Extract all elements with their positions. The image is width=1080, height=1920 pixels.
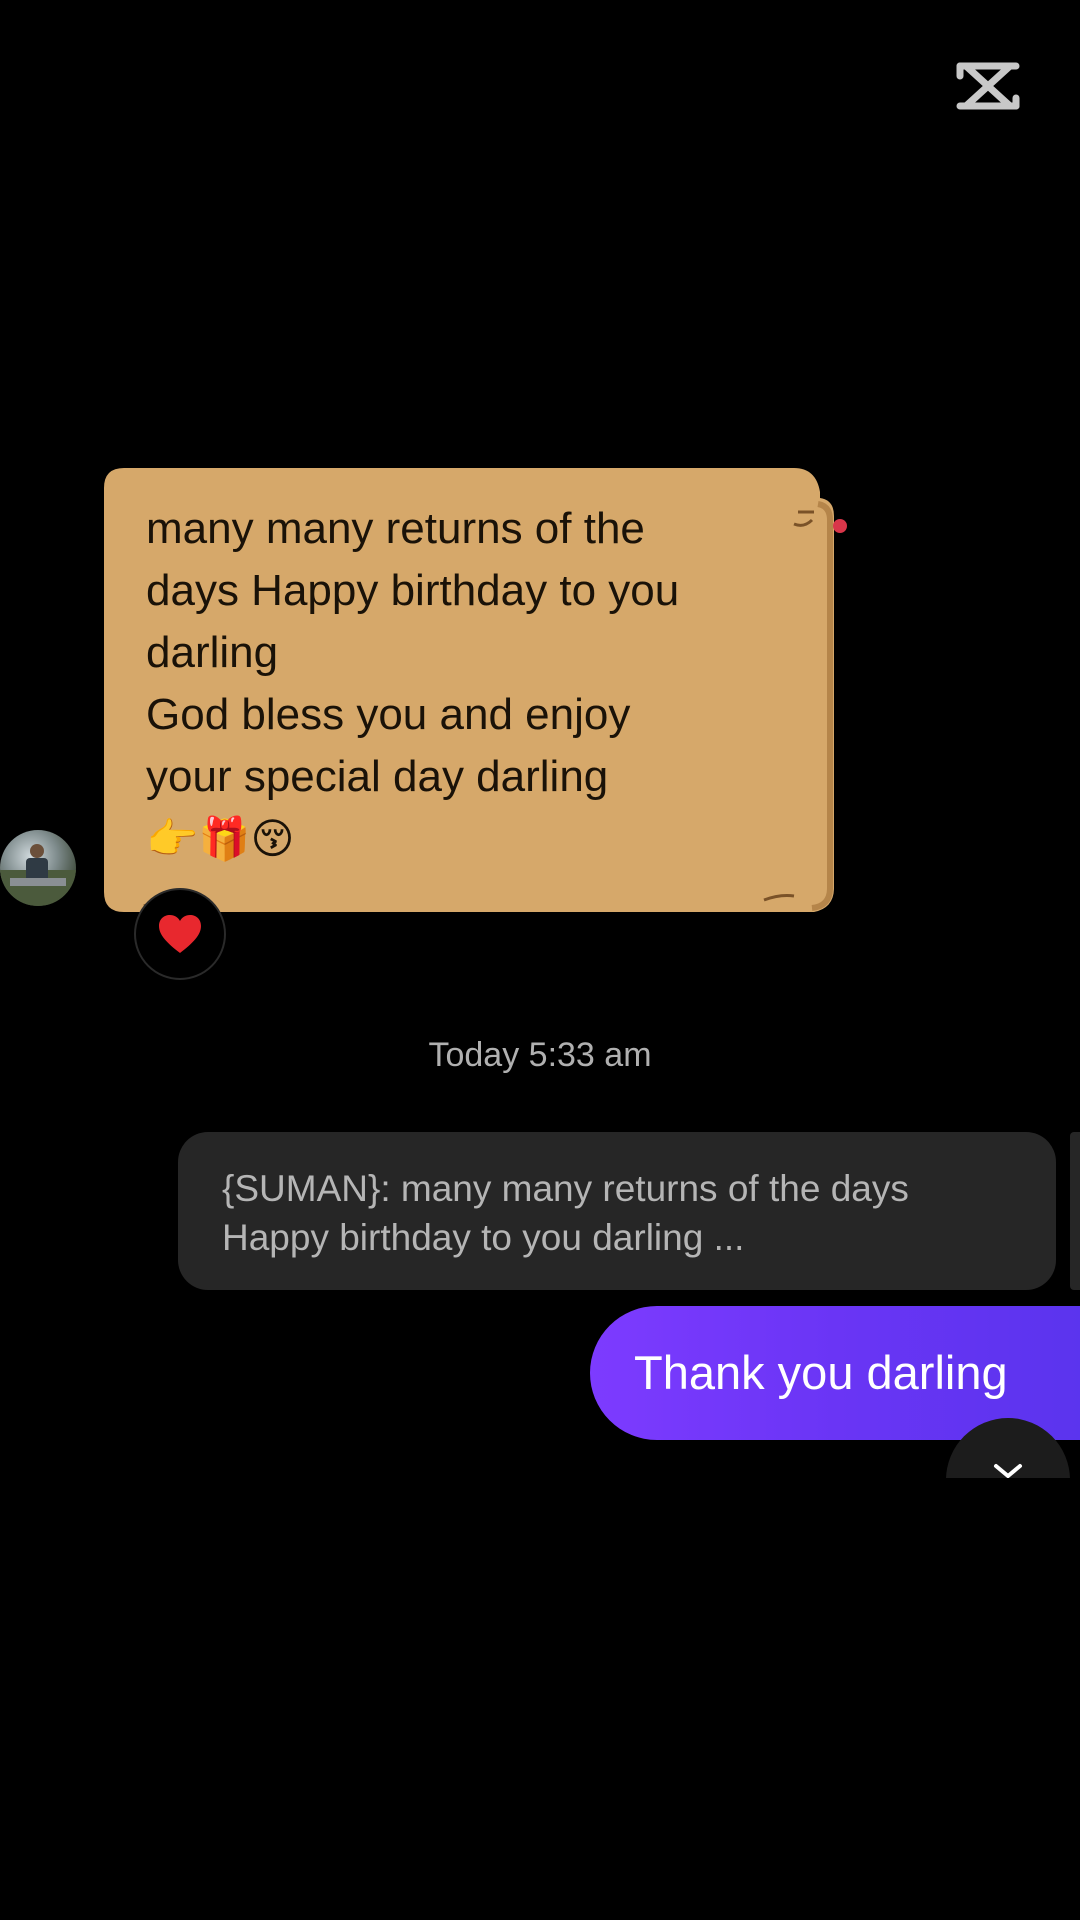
chevron-down-icon — [994, 1464, 1022, 1478]
message-line: darling — [146, 628, 279, 677]
scroll-down-button[interactable] — [946, 1418, 1070, 1478]
message-line: many many returns of the — [146, 504, 645, 553]
message-line: days Happy birthday to you — [146, 566, 680, 615]
message-timestamp: Today 5:33 am — [428, 1036, 652, 1074]
incoming-message-text: many many returns of the days Happy birt… — [146, 498, 796, 870]
capcut-logo-icon — [952, 58, 1024, 114]
incoming-message-bubble[interactable]: many many returns of the days Happy birt… — [104, 468, 870, 916]
heart-reaction[interactable] — [134, 888, 226, 980]
reply-preview-edge — [1070, 1132, 1080, 1290]
reply-preview-line: Happy birthday to you darling ... — [222, 1217, 745, 1258]
message-line: your special day darling — [146, 752, 609, 801]
heart-icon — [159, 915, 201, 953]
message-line: God bless you and enjoy — [146, 690, 631, 739]
reply-preview[interactable]: {SUMAN}: many many returns of the days H… — [178, 1132, 1056, 1290]
reply-preview-line: {SUMAN}: many many returns of the days — [222, 1168, 909, 1209]
message-emojis: 👉🎁😚 — [146, 814, 295, 863]
sender-avatar[interactable] — [0, 830, 76, 906]
